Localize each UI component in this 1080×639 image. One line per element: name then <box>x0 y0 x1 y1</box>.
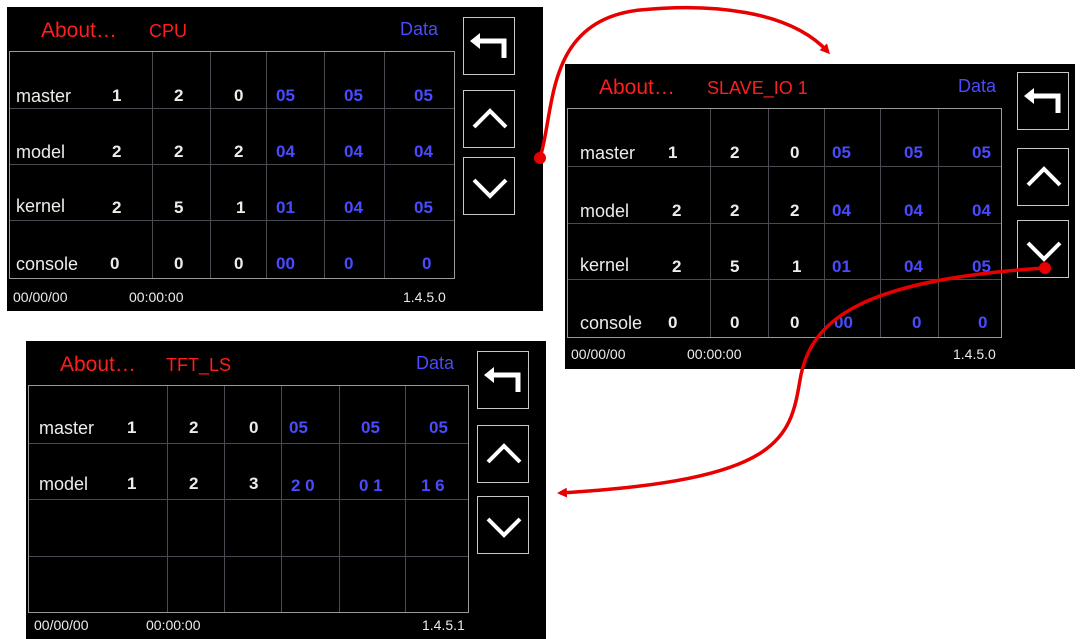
flow-arrow-start-dot <box>534 152 546 164</box>
navigation-flow-arrows <box>534 5 1051 498</box>
flow-arrow-up-to-slave <box>538 5 831 159</box>
flow-arrow-down-to-tft <box>557 266 1046 498</box>
flow-arrow-start-dot <box>1039 262 1051 274</box>
